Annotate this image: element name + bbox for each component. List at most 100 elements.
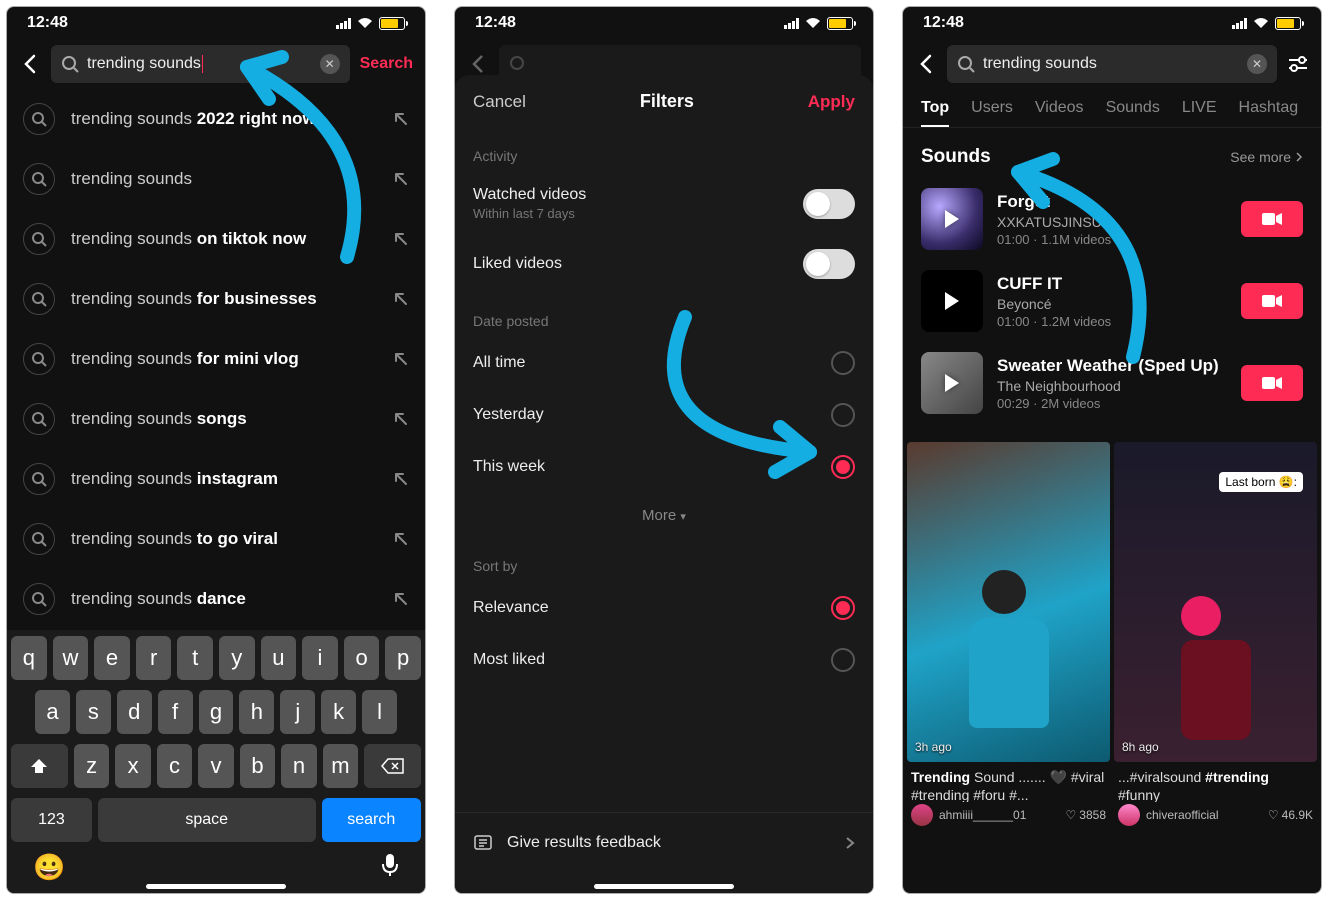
sound-thumbnail[interactable] bbox=[921, 352, 983, 414]
key-h[interactable]: h bbox=[239, 690, 274, 734]
tab-sounds[interactable]: Sounds bbox=[1106, 99, 1160, 127]
liked-videos-row[interactable]: Liked videos bbox=[455, 235, 873, 293]
key-c[interactable]: c bbox=[157, 744, 192, 788]
feedback-row[interactable]: Give results feedback bbox=[455, 812, 873, 893]
suggestion-row[interactable]: trending sounds for mini vlog bbox=[7, 329, 425, 389]
suggestion-row[interactable]: trending sounds songs bbox=[7, 389, 425, 449]
key-k[interactable]: k bbox=[321, 690, 356, 734]
see-more-link[interactable]: See more bbox=[1230, 149, 1303, 165]
key-o[interactable]: o bbox=[344, 636, 380, 680]
avatar[interactable] bbox=[1118, 804, 1140, 826]
key-m[interactable]: m bbox=[323, 744, 358, 788]
fill-arrow-icon[interactable] bbox=[393, 111, 409, 127]
clear-search-button[interactable]: ✕ bbox=[320, 54, 340, 74]
suggestion-row[interactable]: trending sounds on tiktok now bbox=[7, 209, 425, 269]
fill-arrow-icon[interactable] bbox=[393, 411, 409, 427]
tab-users[interactable]: Users bbox=[971, 99, 1013, 127]
sound-row[interactable]: CUFF IT Beyoncé 01:00 · 1.2M videos bbox=[903, 260, 1321, 342]
fill-arrow-icon[interactable] bbox=[393, 471, 409, 487]
key-a[interactable]: a bbox=[35, 690, 70, 734]
home-indicator[interactable] bbox=[594, 884, 734, 889]
key-n[interactable]: n bbox=[281, 744, 316, 788]
key-p[interactable]: p bbox=[385, 636, 421, 680]
more-dates[interactable]: More ▾ bbox=[455, 493, 873, 538]
yesterday-row[interactable]: Yesterday bbox=[455, 389, 873, 441]
record-button[interactable] bbox=[1241, 365, 1303, 401]
most-liked-row[interactable]: Most liked bbox=[455, 634, 873, 686]
key-l[interactable]: l bbox=[362, 690, 397, 734]
apply-button[interactable]: Apply bbox=[808, 92, 855, 112]
dictation-key[interactable] bbox=[381, 852, 399, 883]
key-x[interactable]: x bbox=[115, 744, 150, 788]
search-input[interactable]: trending sounds ✕ bbox=[947, 45, 1277, 83]
fill-arrow-icon[interactable] bbox=[393, 171, 409, 187]
suggestion-row[interactable]: trending sounds for businesses bbox=[7, 269, 425, 329]
clear-search-button[interactable]: ✕ bbox=[1247, 54, 1267, 74]
filters-button[interactable] bbox=[1287, 55, 1309, 73]
cancel-button[interactable]: Cancel bbox=[473, 92, 526, 112]
fill-arrow-icon[interactable] bbox=[393, 531, 409, 547]
suggestion-row[interactable]: trending sounds dance bbox=[7, 569, 425, 629]
this-week-radio[interactable] bbox=[831, 455, 855, 479]
key-f[interactable]: f bbox=[158, 690, 193, 734]
emoji-key[interactable]: 😀 bbox=[33, 852, 65, 883]
fill-arrow-icon[interactable] bbox=[393, 291, 409, 307]
key-w[interactable]: w bbox=[53, 636, 89, 680]
back-button[interactable] bbox=[19, 54, 41, 74]
key-q[interactable]: q bbox=[11, 636, 47, 680]
key-r[interactable]: r bbox=[136, 636, 172, 680]
key-g[interactable]: g bbox=[199, 690, 234, 734]
back-button[interactable] bbox=[915, 54, 937, 74]
video-user[interactable]: ahmiiii______01 bbox=[939, 808, 1026, 822]
tab-hashtag[interactable]: Hashtag bbox=[1239, 99, 1299, 127]
watched-toggle[interactable] bbox=[803, 189, 855, 219]
key-d[interactable]: d bbox=[117, 690, 152, 734]
all-time-radio[interactable] bbox=[831, 351, 855, 375]
key-i[interactable]: i bbox=[302, 636, 338, 680]
this-week-row[interactable]: This week bbox=[455, 441, 873, 493]
fill-arrow-icon[interactable] bbox=[393, 231, 409, 247]
liked-toggle[interactable] bbox=[803, 249, 855, 279]
fill-arrow-icon[interactable] bbox=[393, 351, 409, 367]
video-card[interactable]: 3h ago Trending Sound ....... 🖤 #viral #… bbox=[907, 442, 1110, 828]
sound-thumbnail[interactable] bbox=[921, 270, 983, 332]
key-e[interactable]: e bbox=[94, 636, 130, 680]
yesterday-radio[interactable] bbox=[831, 403, 855, 427]
key-b[interactable]: b bbox=[240, 744, 275, 788]
numbers-key[interactable]: 123 bbox=[11, 798, 92, 842]
tab-live[interactable]: LIVE bbox=[1182, 99, 1217, 127]
key-v[interactable]: v bbox=[198, 744, 233, 788]
watched-videos-row[interactable]: Watched videos Within last 7 days bbox=[455, 172, 873, 235]
suggestion-row[interactable]: trending sounds to go viral bbox=[7, 509, 425, 569]
shift-key[interactable] bbox=[11, 744, 68, 788]
avatar[interactable] bbox=[911, 804, 933, 826]
all-time-row[interactable]: All time bbox=[455, 337, 873, 389]
relevance-radio[interactable] bbox=[831, 596, 855, 620]
home-indicator[interactable] bbox=[146, 884, 286, 889]
sound-row[interactable]: Forget XXKATUSJINSUX 01:00 · 1.1M videos bbox=[903, 178, 1321, 260]
search-submit[interactable]: Search bbox=[360, 55, 413, 73]
space-key[interactable]: space bbox=[98, 798, 316, 842]
video-user[interactable]: chiveraofficial bbox=[1146, 808, 1218, 822]
suggestion-row[interactable]: trending sounds instagram bbox=[7, 449, 425, 509]
tab-top[interactable]: Top bbox=[921, 99, 949, 127]
suggestion-row[interactable]: trending sounds bbox=[7, 149, 425, 209]
key-y[interactable]: y bbox=[219, 636, 255, 680]
suggestion-row[interactable]: trending sounds 2022 right now bbox=[7, 89, 425, 149]
most-liked-radio[interactable] bbox=[831, 648, 855, 672]
fill-arrow-icon[interactable] bbox=[393, 591, 409, 607]
keyboard-search-key[interactable]: search bbox=[322, 798, 422, 842]
key-j[interactable]: j bbox=[280, 690, 315, 734]
key-z[interactable]: z bbox=[74, 744, 109, 788]
key-u[interactable]: u bbox=[261, 636, 297, 680]
relevance-row[interactable]: Relevance bbox=[455, 582, 873, 634]
sound-row[interactable]: Sweater Weather (Sped Up) The Neighbourh… bbox=[903, 342, 1321, 424]
tab-videos[interactable]: Videos bbox=[1035, 99, 1084, 127]
sound-thumbnail[interactable] bbox=[921, 188, 983, 250]
search-input[interactable]: trending sounds ✕ bbox=[51, 45, 350, 83]
video-card[interactable]: Last born 😩: 8h ago ...#viralsound #tren… bbox=[1114, 442, 1317, 828]
record-button[interactable] bbox=[1241, 283, 1303, 319]
key-t[interactable]: t bbox=[177, 636, 213, 680]
key-s[interactable]: s bbox=[76, 690, 111, 734]
backspace-key[interactable] bbox=[364, 744, 421, 788]
